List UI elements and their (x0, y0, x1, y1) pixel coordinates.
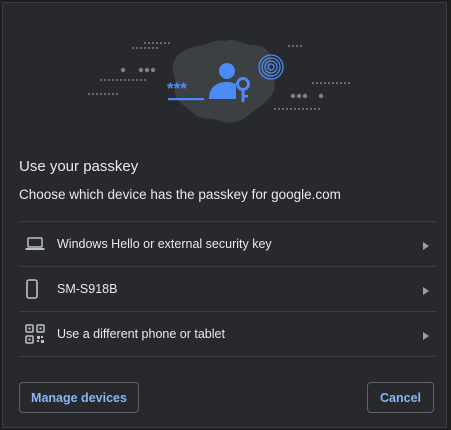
option-label: SM-S918B (57, 282, 118, 296)
qr-code-icon (19, 312, 57, 356)
option-phone-sm-s918b[interactable]: SM-S918B (19, 266, 436, 311)
dialog-subtitle: Choose which device has the passkey for … (19, 187, 341, 202)
phone-icon (19, 267, 57, 311)
blob-shape (172, 39, 275, 123)
chevron-right-icon (422, 328, 430, 346)
option-label: Use a different phone or tablet (57, 327, 225, 341)
laptop-icon (19, 222, 57, 266)
option-different-phone[interactable]: Use a different phone or tablet (19, 311, 436, 357)
option-windows-hello[interactable]: Windows Hello or external security key (19, 221, 436, 266)
dialog-title: Use your passkey (19, 158, 139, 175)
chevron-right-icon (422, 238, 430, 256)
fingerprint-icon (258, 54, 284, 80)
asterisks-text: *** (167, 79, 187, 98)
cancel-button[interactable]: Cancel (367, 382, 434, 413)
manage-devices-button[interactable]: Manage devices (19, 382, 139, 413)
dots-top-left (132, 42, 170, 49)
device-option-list: Windows Hello or external security key S… (19, 221, 436, 357)
dots-right (274, 45, 350, 110)
passkey-dialog: *** Use your passkey Choose which device… (2, 2, 447, 428)
chevron-right-icon (422, 283, 430, 301)
passkey-illustration: *** (88, 39, 350, 123)
dots-mid-left (88, 67, 156, 95)
option-label: Windows Hello or external security key (57, 237, 272, 251)
